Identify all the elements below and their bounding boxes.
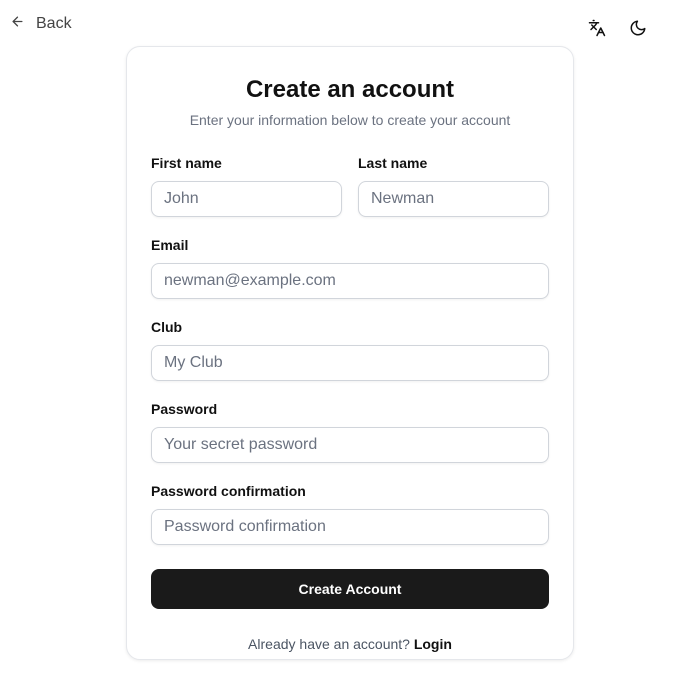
club-field: Club xyxy=(151,319,549,381)
page-title: Create an account xyxy=(245,76,455,103)
club-input[interactable] xyxy=(151,345,549,381)
theme-toggle-button[interactable] xyxy=(626,18,650,42)
email-input[interactable] xyxy=(151,263,549,299)
page-subtitle: Enter your information below to create y… xyxy=(189,112,511,128)
password-field: Password xyxy=(151,401,549,463)
email-field: Email xyxy=(151,237,549,299)
moon-icon xyxy=(629,19,647,42)
password-input[interactable] xyxy=(151,427,549,463)
login-link[interactable]: Login xyxy=(414,636,452,652)
first-name-label: First name xyxy=(151,155,222,171)
login-prompt-text: Already have an account? xyxy=(248,636,410,652)
form-fields: Email Club Password Password confirmatio… xyxy=(151,237,549,545)
last-name-field: Last name xyxy=(358,155,549,217)
password-confirmation-input[interactable] xyxy=(151,509,549,545)
first-name-field: First name xyxy=(151,155,342,217)
login-prompt-line: Already have an account? Login xyxy=(151,635,549,653)
password-confirmation-field: Password confirmation xyxy=(151,483,549,545)
back-link[interactable]: Back xyxy=(10,12,72,36)
last-name-input[interactable] xyxy=(358,181,549,217)
back-label: Back xyxy=(36,15,72,32)
translate-icon xyxy=(588,19,606,42)
club-label: Club xyxy=(151,319,183,335)
password-confirmation-label: Password confirmation xyxy=(151,483,306,499)
translate-button[interactable] xyxy=(585,18,609,42)
last-name-label: Last name xyxy=(358,155,428,171)
top-toolbar xyxy=(579,18,689,42)
arrow-left-icon xyxy=(10,14,25,34)
password-label: Password xyxy=(151,401,218,417)
first-name-input[interactable] xyxy=(151,181,342,217)
name-row: First name Last name xyxy=(151,155,549,217)
signup-card: Create an account Enter your information… xyxy=(126,46,574,660)
create-account-button[interactable]: Create Account xyxy=(151,569,549,609)
email-label: Email xyxy=(151,237,189,253)
